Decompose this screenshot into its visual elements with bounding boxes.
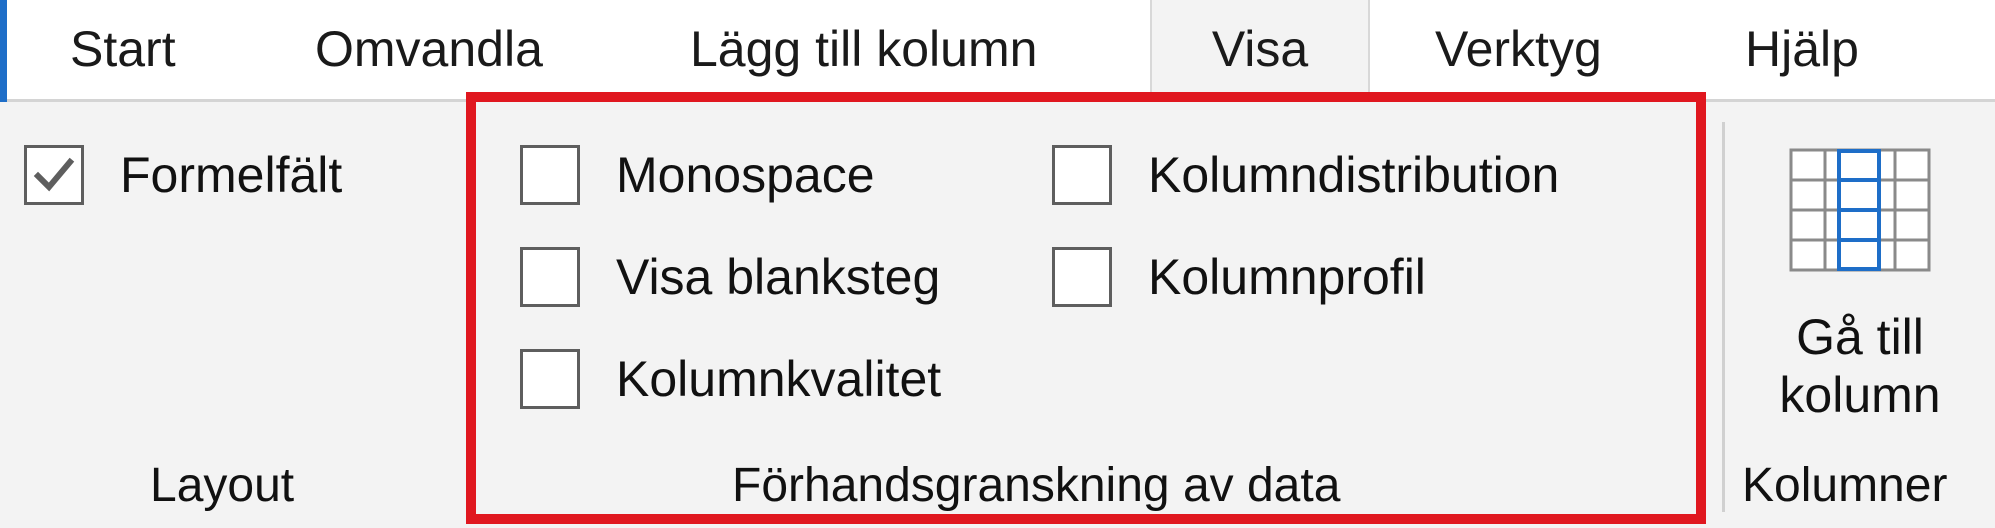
column-distribution-toggle[interactable]: Kolumndistribution [1052,142,1559,208]
group-label-layout: Layout [150,459,295,512]
show-whitespace-toggle[interactable]: Visa blanksteg [520,244,940,310]
group-separator [1722,122,1725,512]
column-profile-toggle[interactable]: Kolumnprofil [1052,244,1426,310]
tab-lagg-till-kolumn[interactable]: Lägg till kolumn [690,0,1037,99]
group-label-data-preview: Förhandsgranskning av data [732,459,1341,512]
tab-start[interactable]: Start [70,0,176,99]
tab-bar-accent [0,0,7,102]
formula-bar-label: Formelfält [120,147,343,203]
monospace-checkbox[interactable] [520,145,580,205]
column-distribution-label: Kolumndistribution [1148,147,1560,203]
column-profile-label: Kolumnprofil [1148,249,1426,305]
tab-verktyg[interactable]: Verktyg [1435,0,1602,99]
ribbon-tab-bar: Start Omvandla Lägg till kolumn Visa Ver… [0,0,1995,102]
column-quality-toggle[interactable]: Kolumnkvalitet [520,346,941,412]
column-quality-label: Kolumnkvalitet [616,351,942,407]
column-distribution-checkbox[interactable] [1052,145,1112,205]
goto-column-label-line2: kolumn [1779,367,1941,423]
monospace-label: Monospace [616,147,875,203]
check-icon [33,157,75,192]
show-whitespace-checkbox[interactable] [520,247,580,307]
goto-column-button[interactable]: Gå till kolumn [1735,140,1985,430]
goto-column-label: Gå till kolumn [1735,308,1985,424]
tab-omvandla[interactable]: Omvandla [315,0,543,99]
formula-bar-toggle[interactable]: Formelfält [24,142,342,208]
column-profile-checkbox[interactable] [1052,247,1112,307]
group-label-columns: Kolumner [1742,459,1948,512]
goto-column-label-line1: Gå till [1796,309,1924,365]
tab-hjalp[interactable]: Hjälp [1745,0,1859,99]
show-whitespace-label: Visa blanksteg [616,249,941,305]
ribbon-view-panel: Formelfält Layout Monospace Visa blankst… [0,102,1995,528]
monospace-toggle[interactable]: Monospace [520,142,875,208]
table-column-icon [1789,148,1931,272]
formula-bar-checkbox[interactable] [24,145,84,205]
tab-visa[interactable]: Visa [1150,0,1370,102]
column-quality-checkbox[interactable] [520,349,580,409]
